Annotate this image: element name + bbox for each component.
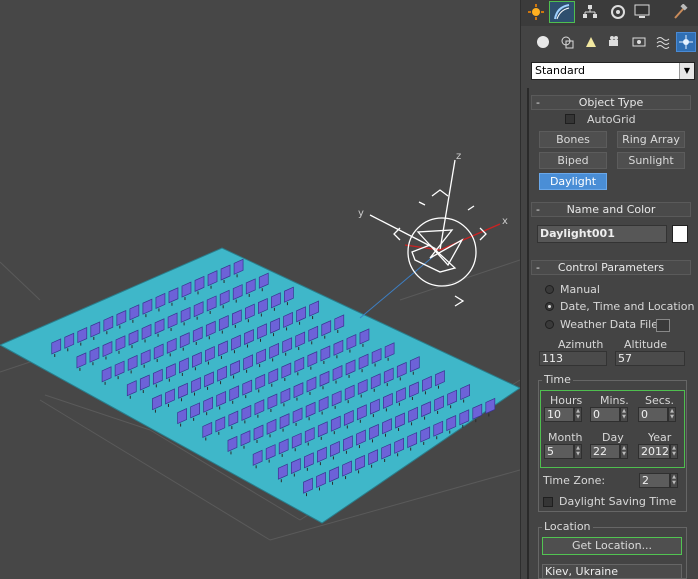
day-spinner[interactable]: 22 ▲ ▼ bbox=[590, 444, 629, 459]
year-value[interactable]: 2012 bbox=[638, 444, 670, 459]
day-value[interactable]: 22 bbox=[590, 444, 620, 459]
hours-label: Hours bbox=[550, 394, 583, 407]
time-group-title: Time bbox=[542, 373, 573, 386]
spinner-arrows-icon[interactable]: ▲ ▼ bbox=[574, 407, 582, 422]
weather-data-file-label: Weather Data File bbox=[560, 318, 658, 331]
sunlight-button[interactable]: Sunlight bbox=[617, 152, 685, 169]
scene-canvas[interactable]: x y z bbox=[0, 0, 520, 579]
weather-data-file-radio[interactable] bbox=[545, 320, 554, 329]
azimuth-field: 113 bbox=[539, 351, 607, 366]
dst-checkbox[interactable] bbox=[543, 497, 553, 507]
helpers-icon[interactable] bbox=[629, 32, 649, 52]
time-zone-value[interactable]: 2 bbox=[639, 473, 670, 488]
utilities-tab-icon[interactable] bbox=[669, 1, 691, 23]
altitude-field: 57 bbox=[615, 351, 685, 366]
command-panel-tabs bbox=[521, 0, 698, 26]
biped-button[interactable]: Biped bbox=[539, 152, 607, 169]
name-color-title: Name and Color bbox=[566, 203, 656, 216]
display-tab-icon[interactable] bbox=[631, 1, 653, 23]
month-value[interactable]: 5 bbox=[544, 444, 574, 459]
secs-spinner[interactable]: 0 ▲ ▼ bbox=[638, 407, 677, 422]
create-tab-icon[interactable] bbox=[525, 1, 547, 23]
mins-spinner[interactable]: 0 ▲ ▼ bbox=[590, 407, 629, 422]
collapse-icon[interactable]: - bbox=[536, 203, 540, 216]
autogrid-checkbox[interactable] bbox=[565, 114, 575, 124]
name-color-rollout-header[interactable]: - Name and Color bbox=[531, 202, 691, 217]
hours-spinner[interactable]: 10 ▲ ▼ bbox=[544, 407, 583, 422]
date-time-location-label: Date, Time and Location bbox=[560, 300, 695, 313]
panel-scrollbar[interactable] bbox=[527, 88, 529, 579]
daylight-gizmo[interactable] bbox=[369, 159, 501, 307]
year-label: Year bbox=[648, 431, 672, 444]
weather-file-button[interactable] bbox=[656, 319, 670, 332]
motion-tab-icon[interactable] bbox=[607, 1, 629, 23]
day-label: Day bbox=[602, 431, 624, 444]
ring-array-button[interactable]: Ring Array bbox=[617, 131, 685, 148]
mins-value[interactable]: 0 bbox=[590, 407, 620, 422]
hierarchy-tab-icon[interactable] bbox=[579, 1, 601, 23]
altitude-label: Altitude bbox=[624, 338, 667, 351]
axis-x-label: x bbox=[502, 216, 508, 227]
year-spinner[interactable]: 2012 ▲ ▼ bbox=[638, 444, 679, 459]
spinner-arrows-icon[interactable]: ▲ ▼ bbox=[620, 407, 628, 422]
bones-button[interactable]: Bones bbox=[539, 131, 607, 148]
location-group-title: Location bbox=[542, 520, 593, 533]
chevron-down-icon[interactable]: ▼ bbox=[679, 63, 694, 79]
hours-value[interactable]: 10 bbox=[544, 407, 574, 422]
spinner-arrows-icon[interactable]: ▲ ▼ bbox=[620, 444, 628, 459]
time-zone-label: Time Zone: bbox=[543, 474, 606, 487]
mins-label: Mins. bbox=[600, 394, 629, 407]
object-color-swatch[interactable] bbox=[672, 225, 688, 243]
modify-tab-icon[interactable] bbox=[549, 1, 575, 23]
cameras-icon[interactable] bbox=[605, 32, 625, 52]
command-panel: Standard ▼ - Object Type AutoGrid Bones … bbox=[520, 0, 698, 579]
autogrid-label: AutoGrid bbox=[587, 113, 636, 126]
secs-value[interactable]: 0 bbox=[638, 407, 668, 422]
object-type-title: Object Type bbox=[578, 96, 644, 109]
systems-icon[interactable] bbox=[676, 32, 696, 52]
category-dropdown-value: Standard bbox=[535, 64, 586, 77]
month-label: Month bbox=[548, 431, 583, 444]
time-zone-spinner[interactable]: 2 ▲ ▼ bbox=[639, 473, 679, 488]
spinner-arrows-icon[interactable]: ▲ ▼ bbox=[668, 407, 676, 422]
secs-label: Secs. bbox=[645, 394, 675, 407]
manual-label: Manual bbox=[560, 283, 600, 296]
shapes-icon[interactable] bbox=[557, 32, 577, 52]
dst-label: Daylight Saving Time bbox=[559, 495, 677, 508]
space-warps-icon[interactable] bbox=[653, 32, 673, 52]
spinner-arrows-icon[interactable]: ▲ ▼ bbox=[670, 473, 678, 488]
object-type-rollout-header[interactable]: - Object Type bbox=[531, 95, 691, 110]
spinner-arrows-icon[interactable]: ▲ ▼ bbox=[670, 444, 678, 459]
object-name-field[interactable]: Daylight001 bbox=[537, 225, 667, 243]
axis-z-label: z bbox=[456, 151, 461, 162]
month-spinner[interactable]: 5 ▲ ▼ bbox=[544, 444, 583, 459]
manual-radio[interactable] bbox=[545, 285, 554, 294]
spinner-arrows-icon[interactable]: ▲ ▼ bbox=[574, 444, 582, 459]
azimuth-label: Azimuth bbox=[558, 338, 604, 351]
get-location-button[interactable]: Get Location... bbox=[542, 537, 682, 555]
create-categories bbox=[521, 30, 698, 56]
category-dropdown[interactable]: Standard ▼ bbox=[531, 62, 695, 80]
control-parameters-title: Control Parameters bbox=[557, 261, 665, 274]
axis-y-label: y bbox=[358, 208, 364, 219]
collapse-icon[interactable]: - bbox=[536, 261, 540, 274]
date-time-location-radio[interactable] bbox=[545, 302, 554, 311]
lights-icon[interactable] bbox=[581, 32, 601, 52]
control-parameters-rollout-header[interactable]: - Control Parameters bbox=[531, 260, 691, 275]
perspective-viewport[interactable]: x y z bbox=[0, 0, 520, 579]
location-city-field: Kiev, Ukraine bbox=[542, 564, 682, 579]
geometry-icon[interactable] bbox=[533, 32, 553, 52]
collapse-icon[interactable]: - bbox=[536, 96, 540, 109]
daylight-button[interactable]: Daylight bbox=[539, 173, 607, 190]
